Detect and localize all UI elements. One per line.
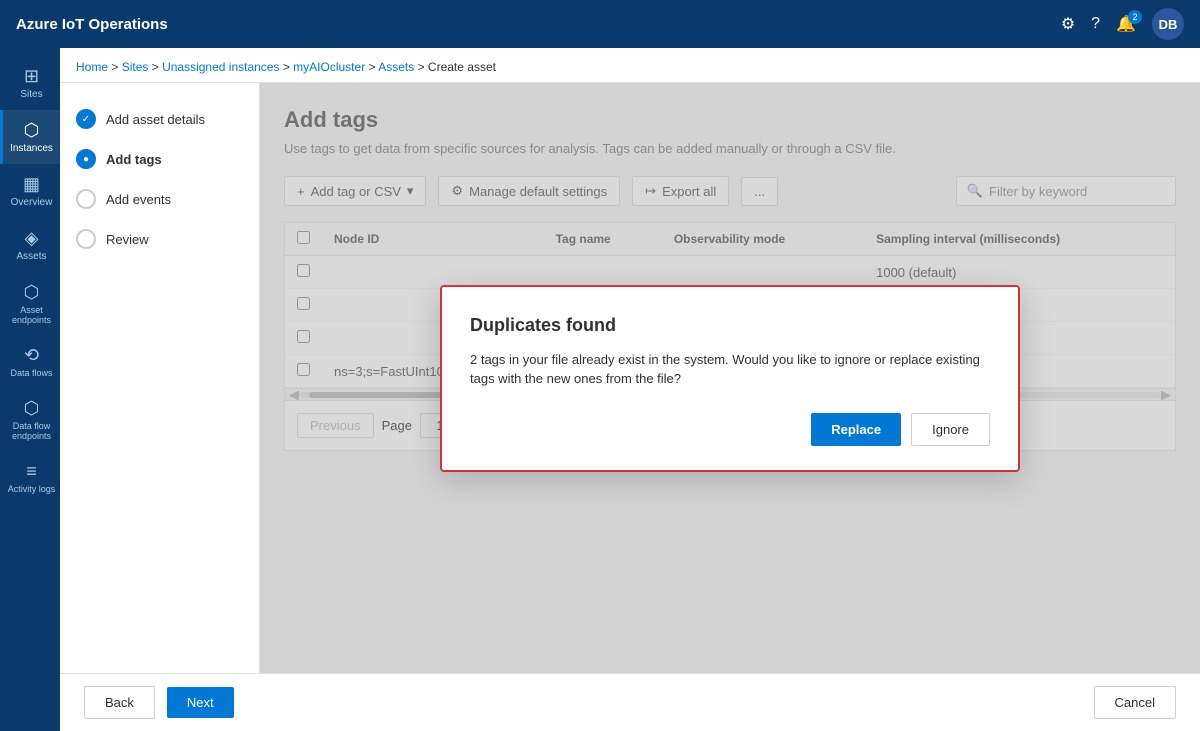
data-flows-icon: ⟲ [24,345,39,366]
asset-endpoints-icon: ⬡ [24,282,40,303]
dialog-actions: Replace Ignore [470,413,990,446]
nav-label-review: Review [106,232,149,247]
breadcrumb-sites[interactable]: Sites [122,60,149,74]
overview-icon: ▦ [23,174,40,195]
sidebar-item-assets[interactable]: ◈ Assets [0,218,60,272]
nav-item-add-asset-details[interactable]: ✓ Add asset details [60,99,259,139]
replace-button[interactable]: Replace [811,413,901,446]
assets-icon: ◈ [25,228,39,249]
breadcrumb-unassigned[interactable]: Unassigned instances [162,60,279,74]
sidebar: ⊞ Sites ⬡ Instances ▦ Overview ◈ Assets … [0,48,60,731]
sidebar-item-instances[interactable]: ⬡ Instances [0,110,60,164]
left-nav: ✓ Add asset details ● Add tags Add event… [60,83,260,673]
instances-icon: ⬡ [24,120,40,141]
ignore-button[interactable]: Ignore [911,413,990,446]
breadcrumb-home[interactable]: Home [76,60,108,74]
modal-overlay: Duplicates found 2 tags in your file alr… [260,83,1200,673]
avatar[interactable]: DB [1152,8,1184,40]
sidebar-item-overview[interactable]: ▦ Overview [0,164,60,218]
sites-icon: ⊞ [24,66,39,87]
inner-layout: ✓ Add asset details ● Add tags Add event… [60,83,1200,673]
content-area: Home > Sites > Unassigned instances > my… [60,48,1200,731]
sidebar-label-data-flow-endpoints: Data flow endpoints [7,421,56,441]
next-button-bar[interactable]: Next [167,687,234,718]
breadcrumb: Home > Sites > Unassigned instances > my… [60,48,1200,83]
nav-circle-review [76,229,96,249]
cancel-button[interactable]: Cancel [1094,686,1176,719]
nav-label-add-asset-details: Add asset details [106,112,205,127]
action-bar: Back Next Cancel [60,673,1200,731]
sidebar-label-asset-endpoints: Asset endpoints [7,305,56,325]
nav-label-add-events: Add events [106,192,171,207]
sidebar-item-sites[interactable]: ⊞ Sites [0,56,60,110]
sidebar-label-overview: Overview [11,197,53,208]
nav-item-add-events[interactable]: Add events [60,179,259,219]
settings-icon[interactable]: ⚙ [1061,14,1075,34]
main-layout: ⊞ Sites ⬡ Instances ▦ Overview ◈ Assets … [0,48,1200,731]
nav-circle-add-tags: ● [76,149,96,169]
sidebar-label-assets: Assets [16,251,46,262]
bell-icon[interactable]: 🔔 2 [1116,14,1136,34]
sidebar-item-data-flows[interactable]: ⟲ Data flows [0,335,60,388]
dialog-title: Duplicates found [470,315,990,336]
nav-item-add-tags[interactable]: ● Add tags [60,139,259,179]
sidebar-label-instances: Instances [10,143,53,154]
breadcrumb-cluster[interactable]: myAIOcluster [293,60,365,74]
duplicates-dialog: Duplicates found 2 tags in your file alr… [440,285,1020,472]
topbar-icons: ⚙ ? 🔔 2 DB [1061,8,1184,40]
nav-label-add-tags: Add tags [106,152,162,167]
nav-circle-add-asset-details: ✓ [76,109,96,129]
sidebar-item-asset-endpoints[interactable]: ⬡ Asset endpoints [0,272,60,335]
topbar: Azure IoT Operations ⚙ ? 🔔 2 DB [0,0,1200,48]
breadcrumb-assets[interactable]: Assets [378,60,414,74]
nav-item-review[interactable]: Review [60,219,259,259]
page-content: Add tags Use tags to get data from speci… [260,83,1200,673]
sidebar-label-activity-logs: Activity logs [8,484,56,494]
breadcrumb-current: Create asset [428,60,496,74]
nav-circle-add-events [76,189,96,209]
sidebar-label-sites: Sites [20,89,42,100]
help-icon[interactable]: ? [1091,15,1100,33]
sidebar-item-data-flow-endpoints[interactable]: ⬡ Data flow endpoints [0,388,60,451]
data-flow-endpoints-icon: ⬡ [24,398,40,419]
activity-logs-icon: ≡ [26,461,37,482]
app-title: Azure IoT Operations [16,16,1061,33]
dialog-body: 2 tags in your file already exist in the… [470,350,990,389]
sidebar-label-data-flows: Data flows [10,368,52,378]
notification-badge: 2 [1128,10,1142,24]
back-button[interactable]: Back [84,686,155,719]
sidebar-item-activity-logs[interactable]: ≡ Activity logs [0,451,60,504]
